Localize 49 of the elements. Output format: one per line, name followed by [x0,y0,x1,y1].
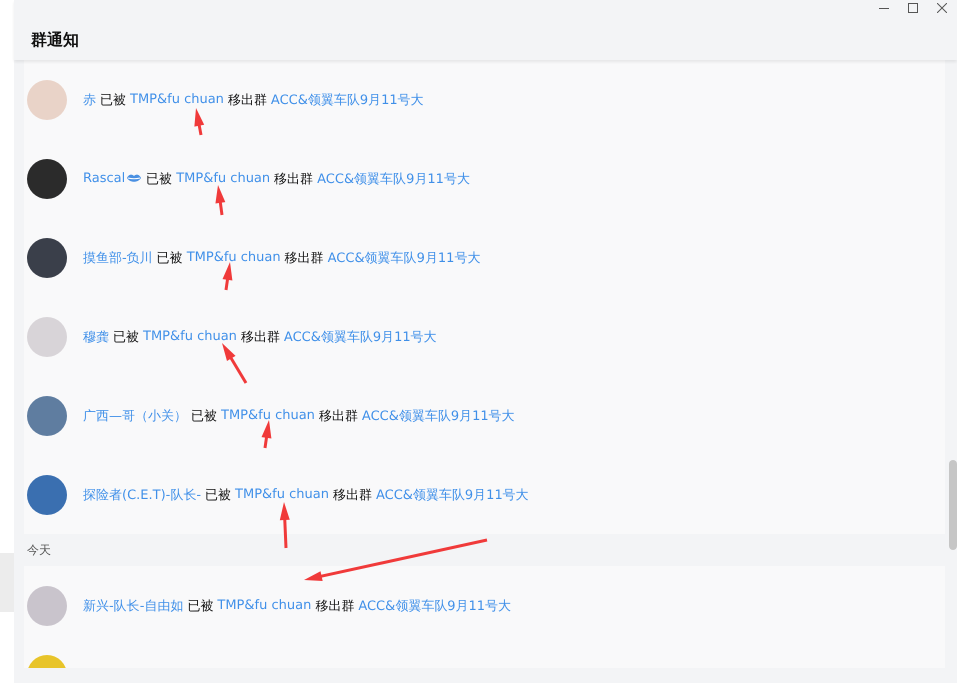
notice-text: 已被 [187,598,214,614]
group-link[interactable]: ACC&领翼车队9月11号大 [270,90,424,108]
member-link[interactable]: 赤 [83,90,96,108]
avatar[interactable] [27,158,67,198]
maximize-icon[interactable] [908,3,918,13]
annotation-arrow [194,108,204,136]
operator-link[interactable]: TMP&fu chuan [235,487,329,502]
member-link[interactable]: 探险者(C.E.T)-队长- [83,486,202,504]
notice-text: 已被 [146,170,172,188]
annotation-arrow [222,262,232,290]
operator-link[interactable]: TMP&fu chuan [143,329,237,344]
notice-text: 移出群 [228,92,267,108]
group-link[interactable]: ACC&领翼车队9月11号大 [317,170,470,188]
notice-text: 已被 [191,408,217,424]
operator-link[interactable]: TMP&fu chuan [176,171,270,186]
scrollbar-thumb[interactable] [949,460,957,550]
notice-text: 已被 [156,250,183,266]
notice-text: 移出群 [284,250,324,266]
notice-text: 移出群 [315,598,354,614]
notice-text: 已被 [113,328,139,346]
member-link[interactable]: 新兴-队长-自由如 [83,596,184,614]
member-link[interactable]: Rascal [83,171,126,186]
operator-link[interactable]: TMP&fu chuan [130,92,224,107]
group-link[interactable]: ACC&领翼车队9月11号大 [328,248,480,266]
group-link[interactable]: ACC&领翼车队9月11号大 [358,596,512,614]
group-link[interactable]: ACC&领翼车队9月11号大 [376,486,529,504]
operator-link[interactable]: TMP&fu chuan [217,598,312,613]
notice-text: 已被 [100,92,126,108]
operator-link[interactable]: TMP&fu chuan [186,250,281,265]
notice-text: 移出群 [318,408,358,424]
notice-text: 已被 [205,486,232,504]
operator-link[interactable]: TMP&fu chuan [221,408,315,423]
annotation-arrow [215,185,226,216]
member-link[interactable]: 穆龚 [83,328,109,346]
notice-text: 移出群 [332,486,372,504]
group-link[interactable]: ACC&领翼车队9月11号大 [284,328,437,346]
group-link[interactable]: ACC&领翼车队9月11号大 [362,406,515,424]
window-title: 群通知 [30,29,80,51]
notice-text: 移出群 [274,170,314,188]
lips-icon [126,173,142,184]
annotation-arrow [262,420,272,448]
avatar[interactable] [27,238,67,278]
date-label: 今天 [27,542,51,558]
annotation-arrow [222,343,248,384]
annotation-arrow [280,502,290,548]
close-icon[interactable] [937,3,947,13]
member-link[interactable]: 广西—哥（小关） [83,406,187,424]
notice-text: 移出群 [240,328,280,346]
member-link[interactable]: 摸鱼部-负川 [83,248,153,266]
